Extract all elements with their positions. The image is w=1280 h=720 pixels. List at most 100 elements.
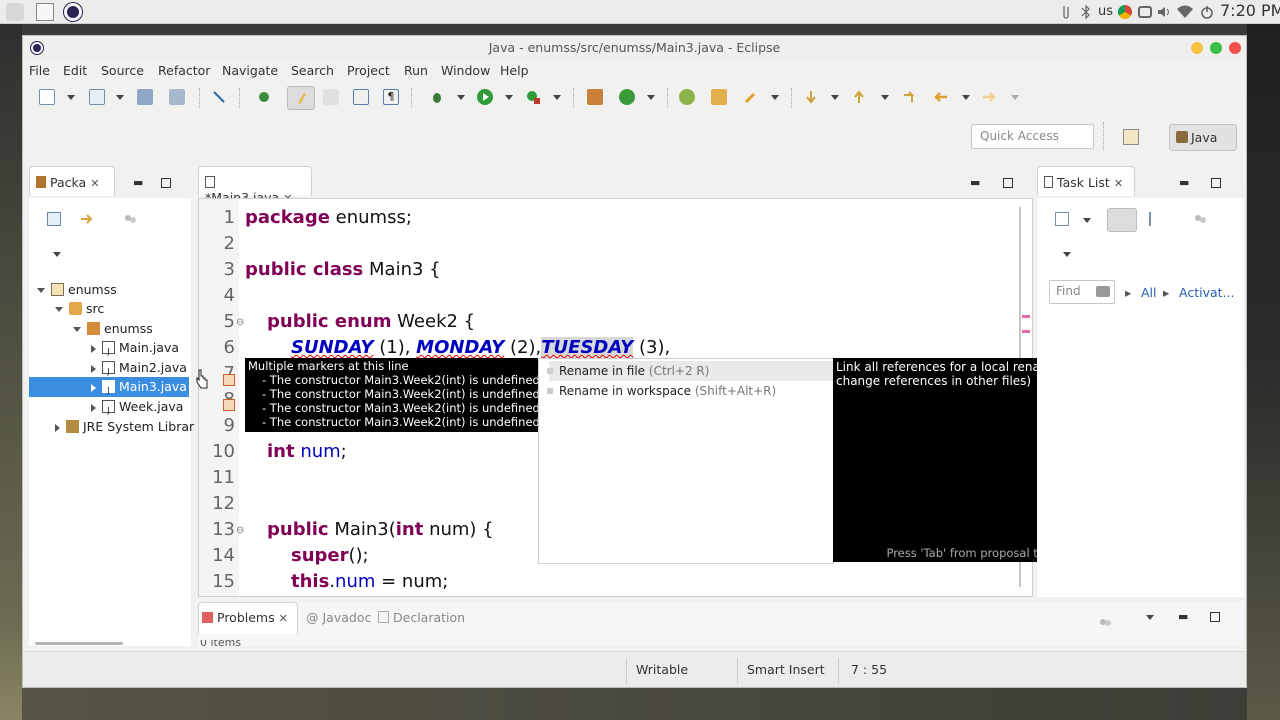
show-whitespace-icon[interactable] bbox=[353, 89, 369, 105]
new-icon[interactable] bbox=[39, 89, 55, 105]
expand-arrow-icon[interactable] bbox=[73, 327, 81, 332]
tree-item-week-java[interactable]: J Week.java bbox=[91, 397, 183, 417]
previous-annotation-dropdown-icon[interactable] bbox=[881, 95, 889, 100]
maximize-icon[interactable] bbox=[1211, 178, 1221, 188]
external-tools-dropdown-icon[interactable] bbox=[553, 95, 561, 100]
camera-icon[interactable] bbox=[1138, 6, 1152, 18]
menu-search[interactable]: Search bbox=[291, 63, 334, 78]
error-marker-icon[interactable] bbox=[223, 374, 235, 386]
expand-arrow-icon[interactable] bbox=[91, 403, 96, 412]
fold-icon[interactable]: ⊖ bbox=[236, 317, 244, 328]
activate-task-link[interactable]: Activat... bbox=[1179, 285, 1234, 300]
bluetooth-icon[interactable] bbox=[1080, 3, 1092, 21]
app-launcher-icon[interactable] bbox=[6, 3, 24, 21]
collapse-all-icon[interactable] bbox=[47, 212, 61, 226]
minimize-icon[interactable]: ▬ bbox=[133, 176, 143, 189]
open-folder-icon[interactable] bbox=[711, 89, 727, 105]
close-icon[interactable]: ✕ bbox=[90, 177, 99, 190]
new-class-dropdown-icon[interactable] bbox=[647, 95, 655, 100]
wifi-icon[interactable] bbox=[1176, 3, 1194, 21]
maximize-icon[interactable] bbox=[161, 178, 171, 188]
tree-item-main-java[interactable]: J Main.java bbox=[91, 338, 179, 358]
error-marker-icon[interactable] bbox=[223, 399, 235, 411]
proposal-rename-in-workspace[interactable]: Rename in workspace (Shift+Alt+R) bbox=[547, 381, 776, 401]
minimize-icon[interactable]: ▬ bbox=[970, 176, 980, 189]
tab-task-list[interactable]: Task List ✕ bbox=[1037, 166, 1135, 196]
block-selection-icon[interactable] bbox=[323, 89, 339, 105]
run-dropdown-icon[interactable] bbox=[505, 95, 513, 100]
tree-item-src[interactable]: src bbox=[55, 299, 104, 319]
close-button[interactable] bbox=[1229, 42, 1241, 54]
link-with-editor-icon[interactable] bbox=[79, 212, 93, 226]
show-desktop-icon[interactable] bbox=[36, 3, 54, 21]
new-task-icon[interactable] bbox=[1055, 212, 1069, 226]
clear-icon[interactable] bbox=[1096, 286, 1110, 297]
expand-arrow-icon[interactable] bbox=[91, 383, 96, 392]
tab-main3-java[interactable]: *Main3.java✕ bbox=[198, 166, 312, 205]
chrome-icon[interactable] bbox=[1118, 5, 1132, 19]
tree-item-main2-java[interactable]: J Main2.java bbox=[91, 358, 187, 378]
menu-edit[interactable]: Edit bbox=[63, 63, 87, 78]
show-source-icon[interactable]: ¶ bbox=[383, 89, 399, 105]
task-view-dropdown-icon[interactable] bbox=[1063, 252, 1071, 257]
minimize-icon[interactable]: ▬ bbox=[1178, 610, 1188, 623]
view-dropdown-icon[interactable] bbox=[1146, 615, 1154, 620]
scheduled-toggle-icon[interactable] bbox=[1149, 212, 1163, 226]
view-menu-icon[interactable] bbox=[123, 212, 137, 226]
search-icon[interactable] bbox=[743, 89, 759, 105]
new-java-dropdown-icon[interactable] bbox=[116, 95, 124, 100]
next-annotation-icon[interactable] bbox=[803, 89, 819, 105]
menu-project[interactable]: Project bbox=[347, 63, 390, 78]
view-menu-icon[interactable] bbox=[1098, 616, 1112, 628]
new-task-dropdown-icon[interactable] bbox=[1083, 218, 1091, 223]
run-icon[interactable] bbox=[477, 89, 493, 105]
categorized-toggle-icon[interactable] bbox=[1107, 208, 1137, 232]
minimize-button[interactable] bbox=[1191, 42, 1203, 54]
new-java-project-icon[interactable] bbox=[89, 89, 105, 105]
next-annotation-dropdown-icon[interactable] bbox=[831, 95, 839, 100]
tab-javadoc[interactable]: @ Javadoc bbox=[306, 610, 371, 625]
maximize-button[interactable] bbox=[1210, 42, 1222, 54]
menu-run[interactable]: Run bbox=[404, 63, 428, 78]
open-perspective-icon[interactable] bbox=[1123, 129, 1139, 145]
menu-window[interactable]: Window bbox=[441, 63, 490, 78]
quick-access-input[interactable]: Quick Access bbox=[971, 124, 1094, 149]
volume-icon[interactable] bbox=[1156, 3, 1174, 21]
eclipse-taskbar-icon[interactable] bbox=[64, 3, 82, 21]
menu-navigate[interactable]: Navigate bbox=[222, 63, 278, 78]
keyboard-layout[interactable]: us bbox=[1098, 4, 1113, 19]
menu-file[interactable]: File bbox=[29, 63, 50, 78]
tree-item-project[interactable]: enumss bbox=[37, 280, 117, 300]
back-icon[interactable] bbox=[933, 89, 949, 105]
debug-icon[interactable] bbox=[429, 89, 445, 105]
proposal-rename-in-file[interactable]: Rename in file (Ctrl+2 R) bbox=[547, 361, 709, 381]
save-icon[interactable] bbox=[137, 89, 153, 105]
previous-annotation-icon[interactable] bbox=[851, 89, 867, 105]
search-dropdown-icon[interactable] bbox=[771, 95, 779, 100]
minimize-icon[interactable]: ▬ bbox=[1179, 176, 1189, 189]
new-dropdown-icon[interactable] bbox=[67, 95, 75, 100]
last-edit-location-icon[interactable] bbox=[901, 89, 917, 105]
external-tools-icon[interactable] bbox=[525, 89, 541, 105]
task-find-input[interactable]: Find bbox=[1049, 280, 1115, 304]
toggle-mark-occurrences-icon[interactable] bbox=[287, 86, 315, 110]
tab-problems[interactable]: Problems ✕ bbox=[202, 610, 288, 625]
overview-ruler-mark[interactable] bbox=[1022, 315, 1030, 318]
save-all-icon[interactable] bbox=[169, 89, 185, 105]
expand-arrow-icon[interactable] bbox=[91, 364, 96, 373]
tree-item-main3-java[interactable]: J Main3.java bbox=[91, 377, 187, 397]
maximize-icon[interactable] bbox=[1003, 178, 1013, 188]
menu-refactor[interactable]: Refactor bbox=[158, 63, 210, 78]
close-icon[interactable]: ✕ bbox=[1114, 177, 1123, 190]
open-type-icon[interactable] bbox=[256, 89, 272, 105]
open-task-icon[interactable] bbox=[679, 89, 695, 105]
new-java-package-icon[interactable] bbox=[587, 89, 603, 105]
tab-declaration[interactable]: Declaration bbox=[378, 610, 465, 625]
power-icon[interactable] bbox=[1198, 3, 1216, 21]
attachment-icon[interactable] bbox=[1060, 3, 1072, 21]
overview-ruler-mark[interactable] bbox=[1022, 330, 1030, 333]
java-perspective-button[interactable]: Java bbox=[1169, 124, 1237, 151]
expand-arrow-icon[interactable] bbox=[37, 288, 45, 293]
menu-help[interactable]: Help bbox=[500, 63, 529, 78]
fold-icon[interactable]: ⊖ bbox=[236, 525, 244, 536]
